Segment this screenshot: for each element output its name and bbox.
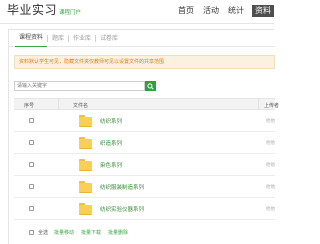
folder-icon (78, 158, 94, 172)
nav-activities[interactable]: 活动 (203, 5, 219, 17)
column-divider (58, 99, 59, 109)
tab-bar: 课程资料 题库 作业库 试卷库 (9, 30, 275, 47)
nav-home[interactable]: 首页 (178, 5, 194, 17)
table-row[interactable]: 纺织系列 他他 (14, 110, 275, 132)
file-uploader: 他他 (266, 119, 275, 124)
column-divider (258, 99, 259, 109)
batch-delete-button[interactable]: 批量删除 (108, 229, 128, 236)
file-name[interactable]: 织造系列 (100, 139, 122, 147)
table-row[interactable]: 染色系列 他他 (14, 154, 275, 176)
tab-homework-bank[interactable]: 作业库 (69, 30, 95, 47)
row-checkbox[interactable] (29, 206, 34, 211)
row-checkbox[interactable] (29, 118, 34, 123)
file-uploader: 他他 (266, 185, 275, 190)
file-uploader: 他他 (266, 141, 275, 146)
header: 毕业实习 课程门户 首页 活动 统计 资料 (0, 0, 274, 22)
row-checkbox[interactable] (29, 140, 34, 145)
row-checkbox[interactable] (29, 162, 34, 167)
folder-icon (78, 114, 94, 128)
row-checkbox[interactable] (29, 184, 34, 189)
search-button[interactable] (145, 81, 156, 91)
tab-question-bank[interactable]: 题库 (48, 30, 68, 47)
notice-banner: 资料默认学生可见，隐藏文件夹仅教师可见以设置文件的共享范围 (14, 55, 275, 69)
table-row[interactable]: 纺织服装制造系列 他他 (14, 176, 275, 198)
file-name[interactable]: 染色系列 (100, 161, 122, 169)
folder-icon (78, 136, 94, 150)
search-bar (14, 81, 156, 91)
table-row[interactable]: 织造系列 他他 (14, 132, 275, 154)
logo-title: 毕业实习 (7, 3, 58, 17)
file-name[interactable]: 纺织实验仪器系列 (100, 205, 144, 213)
materials-table: 序号 文件名 上传者 纺织系列 他他 织造系列 他他 染色系列 他他 纺织服装制… (14, 98, 279, 220)
header-filename: 文件名 (73, 103, 89, 109)
folder-icon (78, 202, 94, 216)
top-nav: 首页 活动 统计 资料 (169, 5, 274, 17)
nav-statistics[interactable]: 统计 (228, 5, 244, 17)
materials-panel: 课程资料 题库 作业库 试卷库 资料默认学生可见，隐藏文件夹仅教师可见以设置文件… (8, 29, 279, 244)
file-uploader: 他他 (266, 163, 275, 168)
tab-exam-bank[interactable]: 试卷库 (96, 30, 122, 47)
folder-icon (78, 180, 94, 194)
logo-subtitle: 课程门户 (59, 10, 82, 16)
file-name[interactable]: 纺织服装制造系列 (100, 183, 144, 191)
select-all-label[interactable]: 全选 (38, 229, 48, 236)
header-divider (0, 23, 274, 24)
file-uploader: 他他 (266, 207, 275, 212)
header-uploader: 上传者 (264, 103, 280, 109)
select-all-checkbox[interactable] (29, 230, 34, 235)
header-seq: 序号 (24, 103, 35, 109)
logo[interactable]: 毕业实习 课程门户 (7, 4, 81, 17)
table-row[interactable]: 纺织实验仪器系列 他他 (14, 198, 275, 220)
bulk-actions-bar: 全选 批量移动 批量下载 批量删除 (14, 227, 275, 239)
batch-move-button[interactable]: 批量移动 (54, 229, 74, 236)
file-name[interactable]: 纺织系列 (100, 117, 122, 125)
search-icon (147, 82, 154, 90)
search-input[interactable] (14, 81, 145, 91)
tab-course-materials[interactable]: 课程资料 (15, 30, 48, 47)
batch-download-button[interactable]: 批量下载 (81, 229, 101, 236)
nav-materials[interactable]: 资料 (252, 5, 274, 17)
table-header: 序号 文件名 上传者 (14, 98, 279, 110)
